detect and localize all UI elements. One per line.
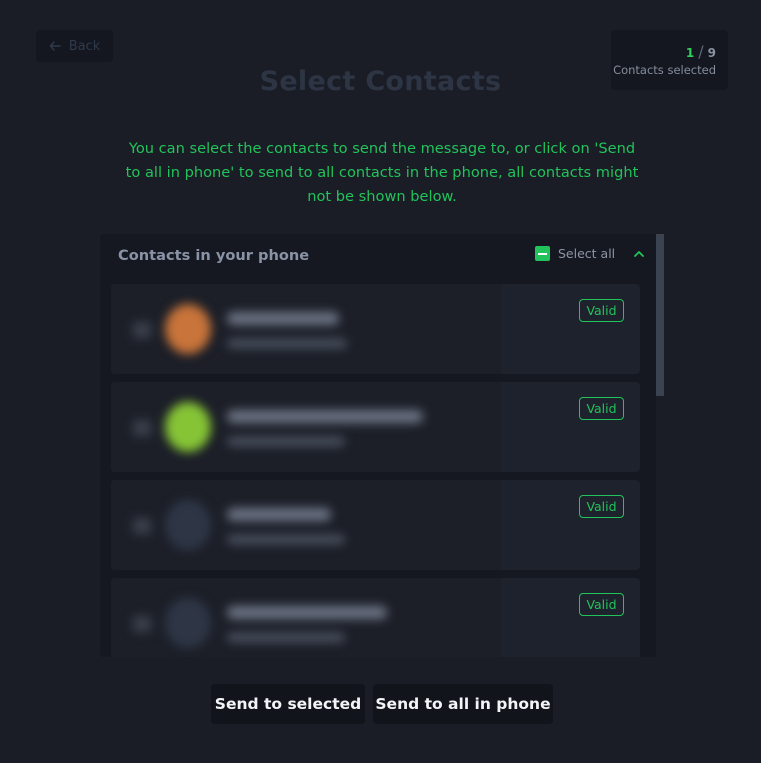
status-badge: Valid — [579, 299, 624, 322]
select-all-checkbox[interactable] — [535, 246, 550, 261]
counter-separator: / — [698, 42, 704, 61]
contact-card[interactable]: Valid — [111, 480, 640, 570]
blurred-contact-info — [111, 382, 501, 472]
contact-phone-redacted — [227, 633, 345, 642]
blurred-contact-info — [111, 480, 501, 570]
contact-checkbox[interactable] — [133, 420, 151, 436]
send-to-all-button[interactable]: Send to all in phone — [373, 684, 553, 724]
page-title: Select Contacts — [259, 66, 502, 97]
status-badge: Valid — [579, 593, 624, 616]
contact-phone-redacted — [227, 535, 345, 544]
avatar — [165, 598, 211, 648]
contacts-panel-header: Contacts in your phone Select all — [100, 234, 656, 278]
contact-checkbox[interactable] — [133, 616, 151, 632]
contact-checkbox[interactable] — [133, 518, 151, 534]
send-to-selected-button[interactable]: Send to selected — [211, 684, 365, 724]
contact-name-redacted — [227, 508, 331, 521]
select-all-label: Select all — [558, 246, 616, 261]
contact-name-redacted — [227, 312, 339, 325]
chevron-up-icon[interactable] — [633, 248, 645, 260]
contact-phone-redacted — [227, 437, 345, 446]
blurred-contact-info — [111, 578, 501, 657]
selected-count: 1 — [685, 46, 695, 60]
avatar — [165, 304, 211, 354]
contact-name-redacted — [227, 606, 387, 619]
scrollbar-thumb[interactable] — [656, 234, 664, 396]
contact-name-redacted — [227, 410, 423, 423]
status-badge: Valid — [579, 397, 624, 420]
total-count: 9 — [707, 46, 716, 60]
instructions-text: You can select the contacts to send the … — [125, 140, 639, 205]
arrow-left-icon — [49, 41, 61, 51]
avatar — [165, 500, 211, 550]
back-label: Back — [68, 38, 101, 54]
contact-card[interactable]: Valid — [111, 578, 640, 657]
contacts-scrollbar[interactable] — [656, 234, 664, 657]
back-button[interactable]: Back — [36, 30, 113, 62]
blurred-contact-info — [111, 284, 501, 374]
contacts-panel-title: Contacts in your phone — [118, 247, 310, 264]
avatar — [165, 402, 211, 452]
select-all-control[interactable]: Select all — [535, 246, 645, 261]
contact-card[interactable]: Valid — [111, 382, 640, 472]
contact-checkbox[interactable] — [133, 322, 151, 338]
contacts-panel: Contacts in your phone Select all Valid — [100, 234, 656, 657]
contact-phone-redacted — [227, 339, 347, 348]
status-badge: Valid — [579, 495, 624, 518]
contact-card[interactable]: Valid — [111, 284, 640, 374]
